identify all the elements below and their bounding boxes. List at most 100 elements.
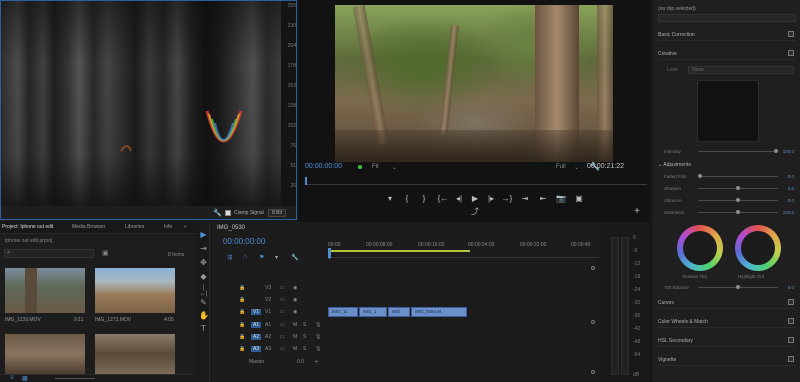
- look-preview[interactable]: [697, 80, 759, 142]
- lock-icon[interactable]: 🔒: [239, 285, 245, 291]
- source-patch-v1[interactable]: V1: [251, 309, 262, 315]
- solo-button[interactable]: S: [303, 322, 306, 328]
- clip-thumbnail[interactable]: [95, 268, 175, 313]
- source-patch-a3[interactable]: A3: [251, 346, 262, 352]
- go-to-in-button[interactable]: {←: [436, 194, 450, 203]
- intensity-value[interactable]: 100.0: [783, 149, 794, 154]
- timeline-ruler[interactable]: 00:00 00:00:08:00 00:00:16:00 00:00:24:0…: [328, 236, 599, 258]
- section-vignette[interactable]: Vignette: [658, 356, 796, 366]
- microphone-icon[interactable]: 🎙: [315, 334, 321, 340]
- razor-tool-icon[interactable]: ◆: [199, 272, 208, 281]
- linked-selection-icon[interactable]: ⚑: [259, 254, 264, 261]
- sync-lock-icon[interactable]: ▭: [280, 322, 285, 328]
- timeline-clip[interactable]: IMG_0084.M: [411, 307, 467, 317]
- pen-tool-icon[interactable]: ✎: [199, 298, 208, 307]
- add-marker-icon[interactable]: ▾: [275, 254, 278, 261]
- lock-icon[interactable]: 🔒: [239, 346, 245, 352]
- chevron-down-icon[interactable]: ⌄: [392, 164, 397, 171]
- timeline-clip[interactable]: IMG_11: [328, 307, 358, 317]
- source-patch-a2[interactable]: A2: [251, 334, 262, 340]
- clip-thumbnail[interactable]: [5, 334, 85, 374]
- section-basic-correction[interactable]: Basic Correction: [658, 31, 796, 41]
- slip-tool-icon[interactable]: |↔|: [199, 285, 208, 297]
- wheel-center[interactable]: [741, 231, 775, 265]
- slider-knob[interactable]: [736, 210, 740, 214]
- slider-knob[interactable]: [698, 174, 702, 178]
- add-marker-button[interactable]: ▾: [383, 194, 397, 203]
- clip-thumbnail[interactable]: [5, 268, 85, 313]
- type-tool-icon[interactable]: T: [199, 324, 208, 333]
- zoom-slider[interactable]: [55, 378, 95, 379]
- slider-knob[interactable]: [774, 149, 778, 153]
- work-area-bar[interactable]: [328, 250, 470, 252]
- intensity-track[interactable]: [698, 149, 778, 153]
- intensity-slider[interactable]: Intensity 100.0: [664, 149, 794, 154]
- wrench-icon[interactable]: 🔧: [213, 209, 222, 217]
- section-curves[interactable]: Curves: [658, 299, 796, 309]
- program-time-ruler[interactable]: [305, 175, 647, 185]
- vibrance-slider[interactable]: Vibrance 0.0: [664, 198, 794, 203]
- mute-button[interactable]: M: [293, 334, 297, 340]
- eye-icon[interactable]: ◉: [293, 309, 297, 315]
- adjustments-header[interactable]: ⌄ Adjustments: [658, 162, 796, 168]
- add-button[interactable]: +: [630, 206, 644, 217]
- panel-menu-icon[interactable]: »: [184, 224, 187, 230]
- mute-button[interactable]: M: [293, 322, 297, 328]
- nest-toggle-icon[interactable]: ⇶: [227, 254, 232, 261]
- wrench-icon[interactable]: 🔧: [291, 254, 298, 261]
- slider-knob[interactable]: [736, 198, 740, 202]
- hand-tool-icon[interactable]: ✋: [199, 311, 209, 320]
- lock-icon[interactable]: 🔒: [239, 334, 245, 340]
- mark-out-button[interactable]: }: [417, 194, 431, 203]
- go-to-out-button[interactable]: →}: [500, 194, 514, 203]
- section-toggle-checkbox[interactable]: [788, 318, 794, 324]
- scroll-handle[interactable]: [591, 266, 595, 270]
- slider-value[interactable]: 100.0: [783, 210, 794, 215]
- lock-icon[interactable]: 🔒: [239, 309, 245, 315]
- list-view-icon[interactable]: ≡: [10, 375, 14, 381]
- section-toggle-checkbox[interactable]: [788, 31, 794, 37]
- tint-balance-slider[interactable]: Tint Balance 0.0: [664, 285, 794, 290]
- playhead-marker[interactable]: [305, 177, 307, 185]
- film-icon[interactable]: ▭: [280, 309, 285, 315]
- section-creative[interactable]: Creative: [658, 50, 796, 60]
- slider-value[interactable]: 0.0: [788, 186, 794, 191]
- play-button[interactable]: ▶: [468, 194, 482, 203]
- tab-media-browser[interactable]: Media Browser: [72, 224, 105, 230]
- comparison-view-button[interactable]: ▣: [572, 194, 586, 203]
- step-forward-button[interactable]: |▸: [484, 194, 498, 203]
- icon-view-icon[interactable]: ▦: [22, 375, 28, 382]
- ripple-edit-tool-icon[interactable]: ✥: [199, 258, 208, 267]
- sync-lock-icon[interactable]: ▭: [280, 346, 285, 352]
- section-hsl-secondary[interactable]: HSL Secondary: [658, 337, 796, 347]
- search-input[interactable]: ⌕: [4, 249, 94, 258]
- solo-button[interactable]: S: [303, 334, 306, 340]
- slider-value[interactable]: 0.0: [788, 174, 794, 179]
- scroll-handle[interactable]: [591, 320, 595, 324]
- extract-button[interactable]: ⇤: [536, 194, 550, 203]
- timeline-clip[interactable]: IMG: [388, 307, 410, 317]
- mute-button[interactable]: M: [293, 346, 297, 352]
- clip-selector[interactable]: [658, 14, 796, 22]
- section-toggle-checkbox[interactable]: [788, 50, 794, 56]
- selection-tool-icon[interactable]: ▶: [199, 230, 208, 239]
- snap-icon[interactable]: ∩: [243, 254, 247, 260]
- sync-lock-icon[interactable]: ▭: [280, 334, 285, 340]
- solo-button[interactable]: S: [303, 346, 306, 352]
- slider-track[interactable]: [698, 174, 778, 178]
- section-toggle-checkbox[interactable]: [788, 356, 794, 362]
- chevron-down-icon[interactable]: ⌄: [658, 162, 662, 168]
- slider-track[interactable]: [698, 210, 778, 214]
- section-toggle-checkbox[interactable]: [788, 337, 794, 343]
- tab-info[interactable]: Info: [164, 224, 172, 230]
- slider-value[interactable]: 0.0: [788, 198, 794, 203]
- lift-button[interactable]: ⇥: [518, 194, 532, 203]
- clamp-signal-checkbox[interactable]: [225, 210, 231, 216]
- eye-icon[interactable]: ◉: [293, 285, 297, 291]
- playhead-marker[interactable]: [328, 248, 331, 258]
- scroll-handle[interactable]: [591, 370, 595, 374]
- microphone-icon[interactable]: 🎙: [315, 322, 321, 328]
- tab-project[interactable]: Project: Iphone out edit: [2, 224, 53, 230]
- section-color-wheels[interactable]: Color Wheels & Match: [658, 318, 796, 328]
- sequence-tab[interactable]: IMG_0530: [217, 225, 245, 231]
